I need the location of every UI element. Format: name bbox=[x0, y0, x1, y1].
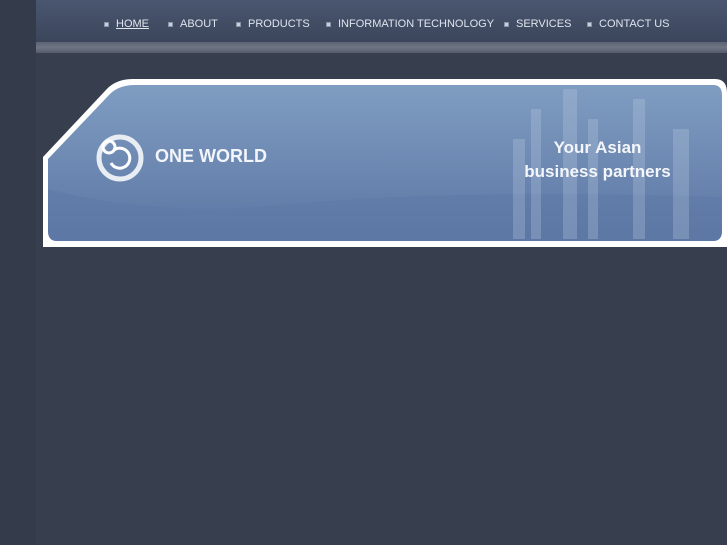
nav-products[interactable]: PRODUCTS bbox=[236, 18, 310, 30]
bullet-icon bbox=[587, 21, 592, 27]
nav-services[interactable]: SERVICES bbox=[504, 18, 571, 30]
bullet-icon bbox=[236, 21, 241, 27]
bullet-icon bbox=[326, 21, 331, 27]
nav-about[interactable]: ABOUT bbox=[168, 18, 218, 30]
bullet-icon bbox=[104, 21, 109, 27]
nav-information-technology[interactable]: INFORMATION TECHNOLOGY bbox=[326, 18, 494, 30]
tagline-line-1: Your Asian bbox=[553, 138, 642, 157]
tagline: Your Asian business partners bbox=[500, 136, 695, 184]
header-divider-bar bbox=[36, 42, 727, 53]
nav-home[interactable]: HOME bbox=[104, 18, 149, 30]
tagline-line-2: business partners bbox=[524, 162, 671, 181]
left-strip bbox=[0, 0, 36, 545]
bullet-icon bbox=[168, 21, 173, 27]
brand-name: ONE WORLD bbox=[155, 146, 267, 166]
nav-contact-us[interactable]: CONTACT US bbox=[587, 18, 670, 30]
bullet-icon bbox=[504, 21, 509, 27]
